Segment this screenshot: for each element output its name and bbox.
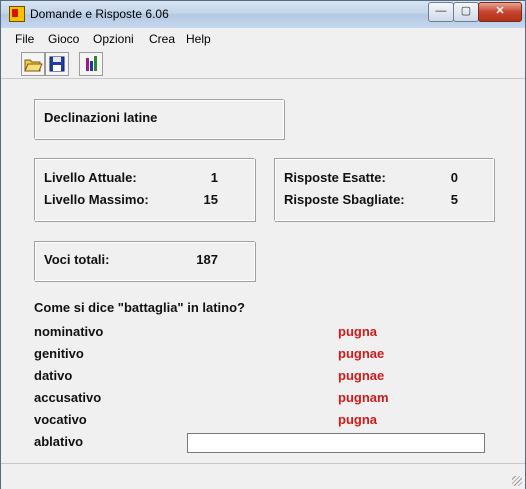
total-items-label: Voci totali: [44,252,110,267]
menu-opzioni[interactable]: Opzioni [93,32,134,46]
total-items-value: 187 [196,252,218,267]
case-label-nominativo: nominativo [34,324,104,339]
answer-dativo: pugnae [338,368,385,383]
answer-genitivo: pugnae [338,346,385,361]
stats-icon [86,56,97,71]
correct-answers-label: Risposte Esatte: [284,170,386,185]
save-disk-icon [49,56,65,72]
ablativo-answer-input[interactable] [187,433,485,453]
menu-file[interactable]: File [15,32,34,46]
close-button[interactable]: ✕ [478,2,522,22]
max-level-value: 15 [203,192,218,207]
save-button[interactable] [45,52,69,76]
menu-crea[interactable]: Crea [149,32,175,46]
menu-gioco[interactable]: Gioco [48,32,79,46]
current-level-value: 1 [210,170,218,185]
open-folder-icon [24,59,43,72]
current-level-label: Livello Attuale: [44,170,137,185]
correct-answers-value: 0 [450,170,458,185]
case-label-dativo: dativo [34,368,73,383]
open-button[interactable] [21,52,45,76]
app-window: Domande e Risposte 6.06 — ▢ ✕ File Gioco… [0,0,526,489]
answers-box [274,158,494,221]
menu-bar: File Gioco Opzioni Crea Help [1,29,525,48]
answer-vocativo: pugna [338,412,377,427]
minimize-button[interactable]: — [428,2,454,22]
menu-help[interactable]: Help [186,32,211,46]
resize-grip[interactable] [512,476,522,486]
title-bar[interactable]: Domande e Risposte 6.06 — ▢ ✕ [1,1,525,28]
stats-button[interactable] [79,52,103,76]
maximize-button[interactable]: ▢ [453,2,479,22]
case-label-genitivo: genitivo [34,346,84,361]
case-label-accusativo: accusativo [34,390,102,405]
wrong-answers-value: 5 [450,192,458,207]
answer-nominativo: pugna [338,324,377,339]
wrong-answers-label: Risposte Sbagliate: [284,192,405,207]
toolbar [1,48,525,79]
answer-accusativo: pugnam [338,390,389,405]
case-label-vocativo: vocativo [34,412,87,427]
app-logo-icon [9,6,25,22]
max-level-label: Livello Massimo: [44,192,149,207]
level-box [34,158,255,221]
question-text: Come si dice "battaglia" in latino? [34,300,245,315]
window-title: Domande e Risposte 6.06 [30,7,169,21]
case-label-ablativo: ablativo [34,434,84,449]
status-bar [1,463,525,489]
quiz-name: Declinazioni latine [44,110,158,125]
